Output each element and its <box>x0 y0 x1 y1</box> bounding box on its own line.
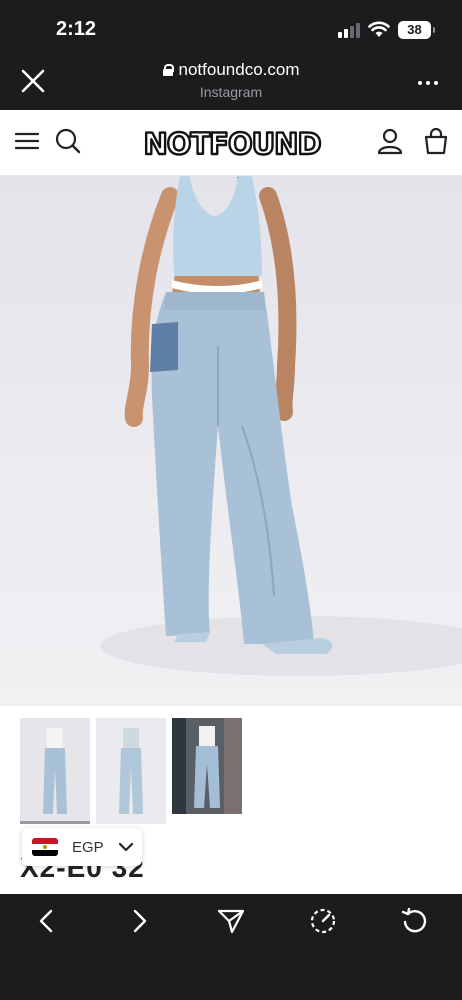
wifi-icon <box>368 21 390 37</box>
forward-icon[interactable] <box>124 906 154 936</box>
shopping-bag-icon[interactable] <box>422 127 450 155</box>
battery-indicator: 38 <box>398 21 435 39</box>
in-app-browser-header: notfoundco.com Instagram <box>0 58 462 110</box>
status-time: 2:12 <box>56 18 97 40</box>
browser-toolbar <box>0 894 462 1000</box>
chevron-down-icon <box>118 842 133 852</box>
menu-icon[interactable] <box>14 127 42 155</box>
model-photo <box>100 176 462 676</box>
product-main-image[interactable] <box>0 176 462 706</box>
status-bar: 2:12 38 <box>0 0 462 58</box>
account-icon[interactable] <box>376 127 404 155</box>
search-icon[interactable] <box>54 127 82 155</box>
egypt-flag-icon <box>32 838 58 856</box>
lock-icon <box>162 64 174 76</box>
close-icon[interactable] <box>18 66 48 96</box>
thumbnail-street[interactable] <box>172 718 242 824</box>
thumbnail-front[interactable] <box>20 718 90 824</box>
share-icon[interactable] <box>216 906 246 936</box>
site-header: NOTFOUND <box>0 110 462 176</box>
thumbnail-back[interactable] <box>96 718 166 824</box>
reload-icon[interactable] <box>400 906 430 936</box>
signal-icon <box>338 22 362 38</box>
currency-selector[interactable]: EGP <box>22 828 142 866</box>
site-logo[interactable]: NOTFOUND <box>140 122 324 166</box>
currency-code: EGP <box>72 838 104 856</box>
url-text: notfoundco.com <box>178 60 300 79</box>
more-options-icon[interactable] <box>418 72 440 94</box>
url-display[interactable]: notfoundco.com Instagram <box>100 60 362 100</box>
logo-text: NOTFOUND <box>143 127 320 161</box>
back-icon[interactable] <box>32 906 62 936</box>
speed-icon[interactable] <box>308 906 338 936</box>
source-label: Instagram <box>199 84 263 100</box>
